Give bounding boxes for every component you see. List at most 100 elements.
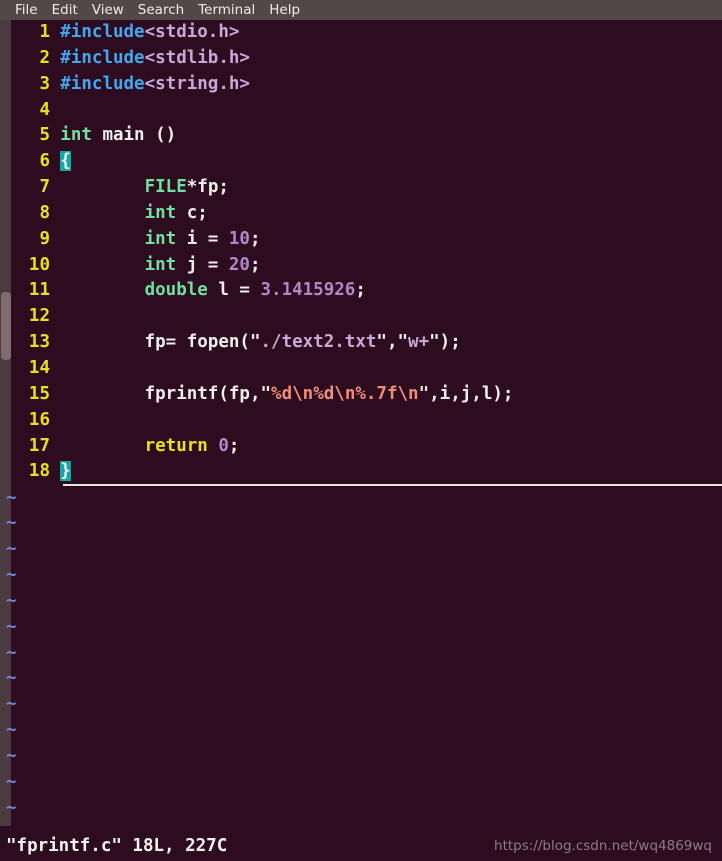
empty-line-marker: ~	[6, 720, 17, 741]
token-type: int	[144, 228, 177, 249]
token-escape: \n	[292, 383, 314, 404]
token-semicolon: ;	[249, 254, 261, 275]
line-content	[50, 304, 722, 330]
token-call: fprintf(fp,	[144, 383, 261, 404]
line-number: 11	[28, 280, 50, 301]
menu-bar: File Edit View Search Terminal Help	[0, 0, 722, 20]
terminal-body[interactable]: 1 #include<stdio.h> 2 #include<stdlib.h>…	[0, 20, 722, 861]
line-content: int j = 20;	[50, 253, 722, 279]
watermark-url: https://blog.csdn.net/wq4869wq	[494, 838, 712, 854]
line-content: double l = 3.1415926;	[50, 278, 722, 304]
code-line: 15 fprintf(fp,"%d\n%d\n%.7f\n",i,j,l);	[0, 382, 722, 408]
token-number: 20	[228, 254, 250, 275]
code-line: 10 int j = 20;	[0, 253, 722, 279]
token-quote: "	[376, 332, 387, 353]
empty-line-marker: ~	[6, 565, 17, 586]
token-number: 10	[228, 228, 250, 249]
line-number: 9	[39, 228, 50, 249]
line-content: return 0;	[50, 434, 722, 460]
terminal-window: File Edit View Search Terminal Help 1 #i…	[0, 0, 722, 861]
line-content: }	[50, 459, 722, 485]
token-string: w+	[408, 332, 430, 353]
token-quote: "	[418, 383, 430, 404]
token-type: int	[60, 125, 92, 146]
token-string: ./text2.txt	[260, 332, 377, 353]
token-format-spec: %d	[313, 383, 335, 404]
line-content: fp= fopen("./text2.txt","w+");	[50, 330, 722, 356]
line-number: 1	[39, 22, 50, 42]
line-content: FILE*fp;	[50, 175, 722, 201]
token-semicolon: ;	[249, 228, 261, 249]
line-content	[50, 356, 722, 382]
token-number: 3.1415926	[260, 280, 356, 301]
empty-line-marker: ~	[6, 694, 17, 715]
status-bar: "fprintf.c" 18L, 227C https://blog.csdn.…	[0, 828, 722, 861]
token-quote: "	[249, 332, 261, 353]
line-content: int c;	[50, 201, 722, 227]
empty-line-marker: ~	[6, 797, 17, 818]
line-content: #include<string.h>	[50, 72, 722, 98]
line-number: 4	[39, 99, 50, 120]
code-line: 6 {	[0, 149, 722, 175]
menu-item-edit[interactable]: Edit	[45, 0, 85, 20]
token-type: int	[144, 254, 177, 275]
empty-line-marker: ~	[6, 590, 17, 611]
empty-line-marker: ~	[6, 539, 17, 560]
token-comma: ,	[386, 332, 398, 353]
line-number: 8	[39, 202, 50, 223]
line-content: int i = 10;	[50, 227, 722, 253]
code-line: 8 int c;	[0, 201, 722, 227]
empty-lines-region: ~ ~ ~ ~ ~ ~ ~ ~ ~ ~ ~ ~ ~	[0, 486, 722, 822]
code-line: 9 int i = 10;	[0, 227, 722, 253]
line-number: 15	[28, 383, 50, 404]
token-semicolon: ;	[355, 280, 366, 301]
menu-item-search[interactable]: Search	[131, 0, 191, 20]
menu-item-help[interactable]: Help	[262, 0, 307, 20]
token-format-spec: %d	[271, 383, 293, 404]
line-number: 3	[39, 73, 50, 94]
code-line: 17 return 0;	[0, 434, 722, 460]
token-preprocessor: #include	[60, 47, 145, 68]
token-declaration: *fp;	[186, 177, 229, 198]
token-escape: \n	[397, 383, 419, 404]
code-line: 14	[0, 356, 722, 382]
line-content: #include<stdlib.h>	[50, 46, 722, 72]
token-call-end: );	[439, 332, 461, 353]
line-number: 18	[28, 461, 50, 482]
line-content: {	[50, 149, 722, 175]
line-number: 12	[28, 306, 50, 327]
token-assign: j =	[176, 254, 229, 275]
code-editor-area[interactable]: 1 #include<stdio.h> 2 #include<stdlib.h>…	[0, 20, 722, 485]
empty-line-marker: ~	[6, 616, 17, 637]
token-header: <stdlib.h>	[144, 47, 250, 68]
menu-item-view[interactable]: View	[85, 0, 131, 20]
token-declaration: c;	[176, 202, 208, 223]
code-line: 11 double l = 3.1415926;	[0, 278, 722, 304]
line-content	[50, 98, 722, 124]
code-line: 16	[0, 408, 722, 434]
line-content: #include<stdio.h>	[50, 20, 722, 46]
menu-item-file[interactable]: File	[8, 0, 45, 20]
line-number: 7	[39, 177, 50, 198]
code-line: 12	[0, 304, 722, 330]
status-file-info: "fprintf.c" 18L, 227C	[6, 836, 228, 856]
menu-item-terminal[interactable]: Terminal	[191, 0, 262, 20]
line-content: int main ()	[50, 123, 722, 149]
token-call: fp= fopen(	[144, 332, 250, 353]
token-preprocessor: #include	[60, 73, 145, 94]
token-args: ,i,j,l);	[429, 383, 514, 404]
token-type: FILE	[144, 177, 187, 198]
empty-line-marker: ~	[6, 642, 17, 663]
line-number: 10	[28, 254, 50, 275]
token-type: int	[144, 202, 177, 223]
token-quote: "	[260, 383, 272, 404]
token-number: 0	[218, 435, 229, 456]
line-number: 6	[39, 151, 50, 172]
token-assign: i =	[176, 228, 229, 249]
